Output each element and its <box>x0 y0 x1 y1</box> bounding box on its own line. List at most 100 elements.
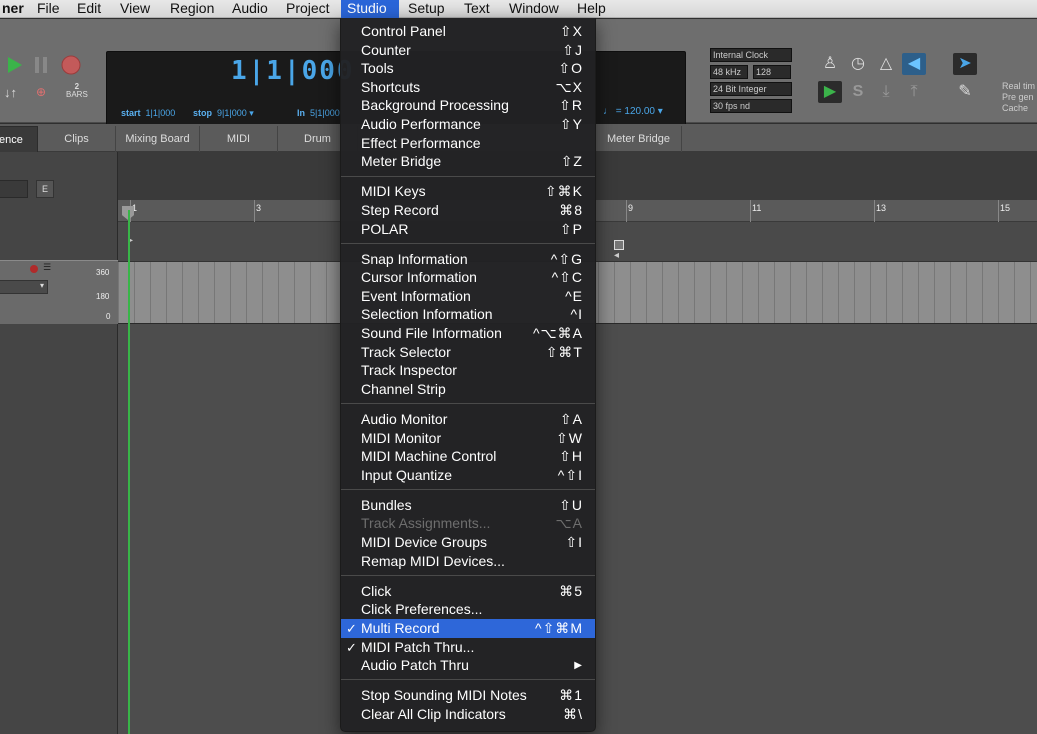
menu-item-label: Click <box>361 582 392 599</box>
menu-item-label: Shortcuts <box>361 78 421 95</box>
track-name-field[interactable] <box>0 180 28 198</box>
pointer-tool-icon[interactable]: ➤ <box>953 53 977 75</box>
pause-icon[interactable] <box>33 56 49 74</box>
edit-button[interactable]: E <box>36 180 54 198</box>
record-icon[interactable] <box>60 54 82 76</box>
metronome-icon[interactable]: ♙ <box>818 53 842 75</box>
menu-item-multi-record[interactable]: ✓ Multi Record ^⇧⌘M <box>341 618 595 638</box>
start-value: 1|1|000 <box>145 108 176 118</box>
menu-item-polar[interactable]: POLAR ⇧P <box>341 220 595 239</box>
menu-item-track-assignments: Track Assignments... ⌥A <box>341 514 595 533</box>
menu-lines-icon[interactable]: ☰ <box>43 262 51 273</box>
menu-item-shortcut: ^⌥⌘A <box>532 325 583 341</box>
pencil-tool-icon[interactable]: ✎ <box>953 81 977 103</box>
menu-item-audio-patch-thru[interactable]: Audio Patch Thru ▶ <box>341 656 595 675</box>
menu-setup[interactable]: Setup <box>402 0 451 18</box>
menu-item-midi-keys[interactable]: MIDI Keys ⇧⌘K <box>341 182 595 201</box>
menu-edit[interactable]: Edit <box>71 0 107 18</box>
loop-icon[interactable]: ↓↑ <box>4 85 17 100</box>
menu-item-midi-device-groups[interactable]: MIDI Device Groups ⇧I <box>341 533 595 552</box>
playhead-line[interactable] <box>128 210 130 734</box>
menu-item-label: Selection Information <box>361 306 493 323</box>
menu-item-audio-performance[interactable]: Audio Performance ⇧Y <box>341 115 595 134</box>
track-row[interactable]: ☰ ▾ 360 180 0 <box>0 260 118 324</box>
clock-select[interactable]: Internal Clock <box>710 48 792 62</box>
marker-box-icon[interactable] <box>614 240 624 250</box>
menu-item-click-preferences[interactable]: Click Preferences... <box>341 600 595 619</box>
menu-item-control-panel[interactable]: Control Panel ⇧X <box>341 22 595 41</box>
menu-item-effect-performance[interactable]: Effect Performance <box>341 134 595 153</box>
upload-icon[interactable]: ⤒ <box>902 81 926 103</box>
menu-item-audio-monitor[interactable]: Audio Monitor ⇧A <box>341 410 595 429</box>
menu-item-label: Sound File Information <box>361 325 502 341</box>
menu-item-click[interactable]: Click ⌘5 <box>341 582 595 601</box>
loop-end-marker-icon[interactable]: ◂ <box>614 250 619 261</box>
menu-item-input-quantize[interactable]: Input Quantize ^⇧I <box>341 466 595 485</box>
menu-item-remap-midi-devices[interactable]: Remap MIDI Devices... <box>341 552 595 571</box>
menu-item-midi-patch-thru[interactable]: ✓ MIDI Patch Thru... <box>341 638 595 657</box>
tab-meter-bridge[interactable]: Meter Bridge <box>596 126 682 152</box>
menu-help[interactable]: Help <box>571 0 612 18</box>
tab-clips[interactable]: Clips <box>38 126 116 152</box>
menu-studio[interactable]: Studio <box>341 0 399 18</box>
menu-item-step-record[interactable]: Step Record ⌘8 <box>341 201 595 220</box>
tab-mixing-board[interactable]: Mixing Board <box>116 126 200 152</box>
play-selection-icon[interactable]: ▶ <box>818 81 842 103</box>
menu-audio[interactable]: Audio <box>226 0 274 18</box>
play-icon[interactable] <box>6 55 24 75</box>
menu-project[interactable]: Project <box>280 0 336 18</box>
speaker-icon[interactable]: ◀ <box>902 53 926 75</box>
clock-icon[interactable]: ◷ <box>846 53 870 75</box>
stop-field[interactable]: stop 9|1|000 ▾ <box>193 108 254 119</box>
menu-item-track-selector[interactable]: Track Selector ⇧⌘T <box>341 343 595 362</box>
menu-item-shortcut: ^E <box>565 287 583 304</box>
buffer-select[interactable]: 128 <box>753 65 791 79</box>
menu-bar: ner File Edit View Region Audio Project … <box>0 0 1037 18</box>
menu-item-clear-all-clip-indicators[interactable]: Clear All Clip Indicators ⌘\ <box>341 705 595 724</box>
menu-separator <box>341 403 595 405</box>
menu-file[interactable]: File <box>31 0 66 18</box>
menu-item-stop-sounding-midi-notes[interactable]: Stop Sounding MIDI Notes ⌘1 <box>341 686 595 705</box>
bit-depth-select[interactable]: 24 Bit Integer <box>710 82 792 96</box>
start-field[interactable]: start 1|1|000 <box>121 108 175 118</box>
menu-item-event-information[interactable]: Event Information ^E <box>341 287 595 306</box>
menu-item-midi-machine-control[interactable]: MIDI Machine Control ⇧H <box>341 447 595 466</box>
in-field[interactable]: In 5|1|000 <box>297 108 340 118</box>
menu-item-background-processing[interactable]: Background Processing ⇧R <box>341 96 595 115</box>
solo-icon[interactable]: S <box>846 81 870 103</box>
menu-region[interactable]: Region <box>164 0 220 18</box>
menu-item-label: Channel Strip <box>361 380 446 397</box>
menu-item-shortcut: ⇧X <box>559 23 583 39</box>
tempo-field[interactable]: ♩ = 120.00 ▾ <box>603 106 663 117</box>
menu-item-bundles[interactable]: Bundles ⇧U <box>341 496 595 515</box>
punch-icon[interactable]: ⊕ <box>36 85 46 99</box>
menu-item-channel-strip[interactable]: Channel Strip <box>341 380 595 399</box>
menu-item-sound-file-information[interactable]: Sound File Information ^⌥⌘A <box>341 324 595 343</box>
tab-midi[interactable]: MIDI <box>200 126 278 152</box>
frame-rate-select[interactable]: 30 fps nd <box>710 99 792 113</box>
track-output-select[interactable]: ▾ <box>0 280 48 294</box>
menu-item-midi-monitor[interactable]: MIDI Monitor ⇧W <box>341 429 595 448</box>
menu-item-track-inspector[interactable]: Track Inspector <box>341 361 595 380</box>
menu-item-selection-information[interactable]: Selection Information ^I <box>341 305 595 324</box>
menu-view[interactable]: View <box>114 0 156 18</box>
menu-item-shortcut: ⇧H <box>559 448 583 465</box>
sample-rate-select[interactable]: 48 kHz <box>710 65 748 79</box>
menu-item-tools[interactable]: Tools ⇧O <box>341 59 595 78</box>
menu-item-meter-bridge[interactable]: Meter Bridge ⇧Z <box>341 152 595 171</box>
menu-separator <box>341 679 595 681</box>
checkmark-icon: ✓ <box>346 620 357 636</box>
download-icon[interactable]: ⤓ <box>874 81 898 103</box>
tuner-icon[interactable]: △ <box>874 53 898 75</box>
menu-item-cursor-information[interactable]: Cursor Information ^⇧C <box>341 268 595 287</box>
menu-item-snap-information[interactable]: Snap Information ^⇧G <box>341 250 595 269</box>
level-mid: 180 <box>96 292 110 301</box>
menu-item-shortcuts[interactable]: Shortcuts ⌥X <box>341 78 595 97</box>
menu-item-counter[interactable]: Counter ⇧J <box>341 41 595 60</box>
menu-item-shortcut: ⌘8 <box>559 201 583 218</box>
menu-window[interactable]: Window <box>503 0 565 18</box>
record-enable-icon[interactable] <box>30 265 38 273</box>
menu-text[interactable]: Text <box>458 0 496 18</box>
app-menu[interactable]: ner <box>0 0 30 18</box>
tab-sequence[interactable]: ence <box>0 126 38 152</box>
